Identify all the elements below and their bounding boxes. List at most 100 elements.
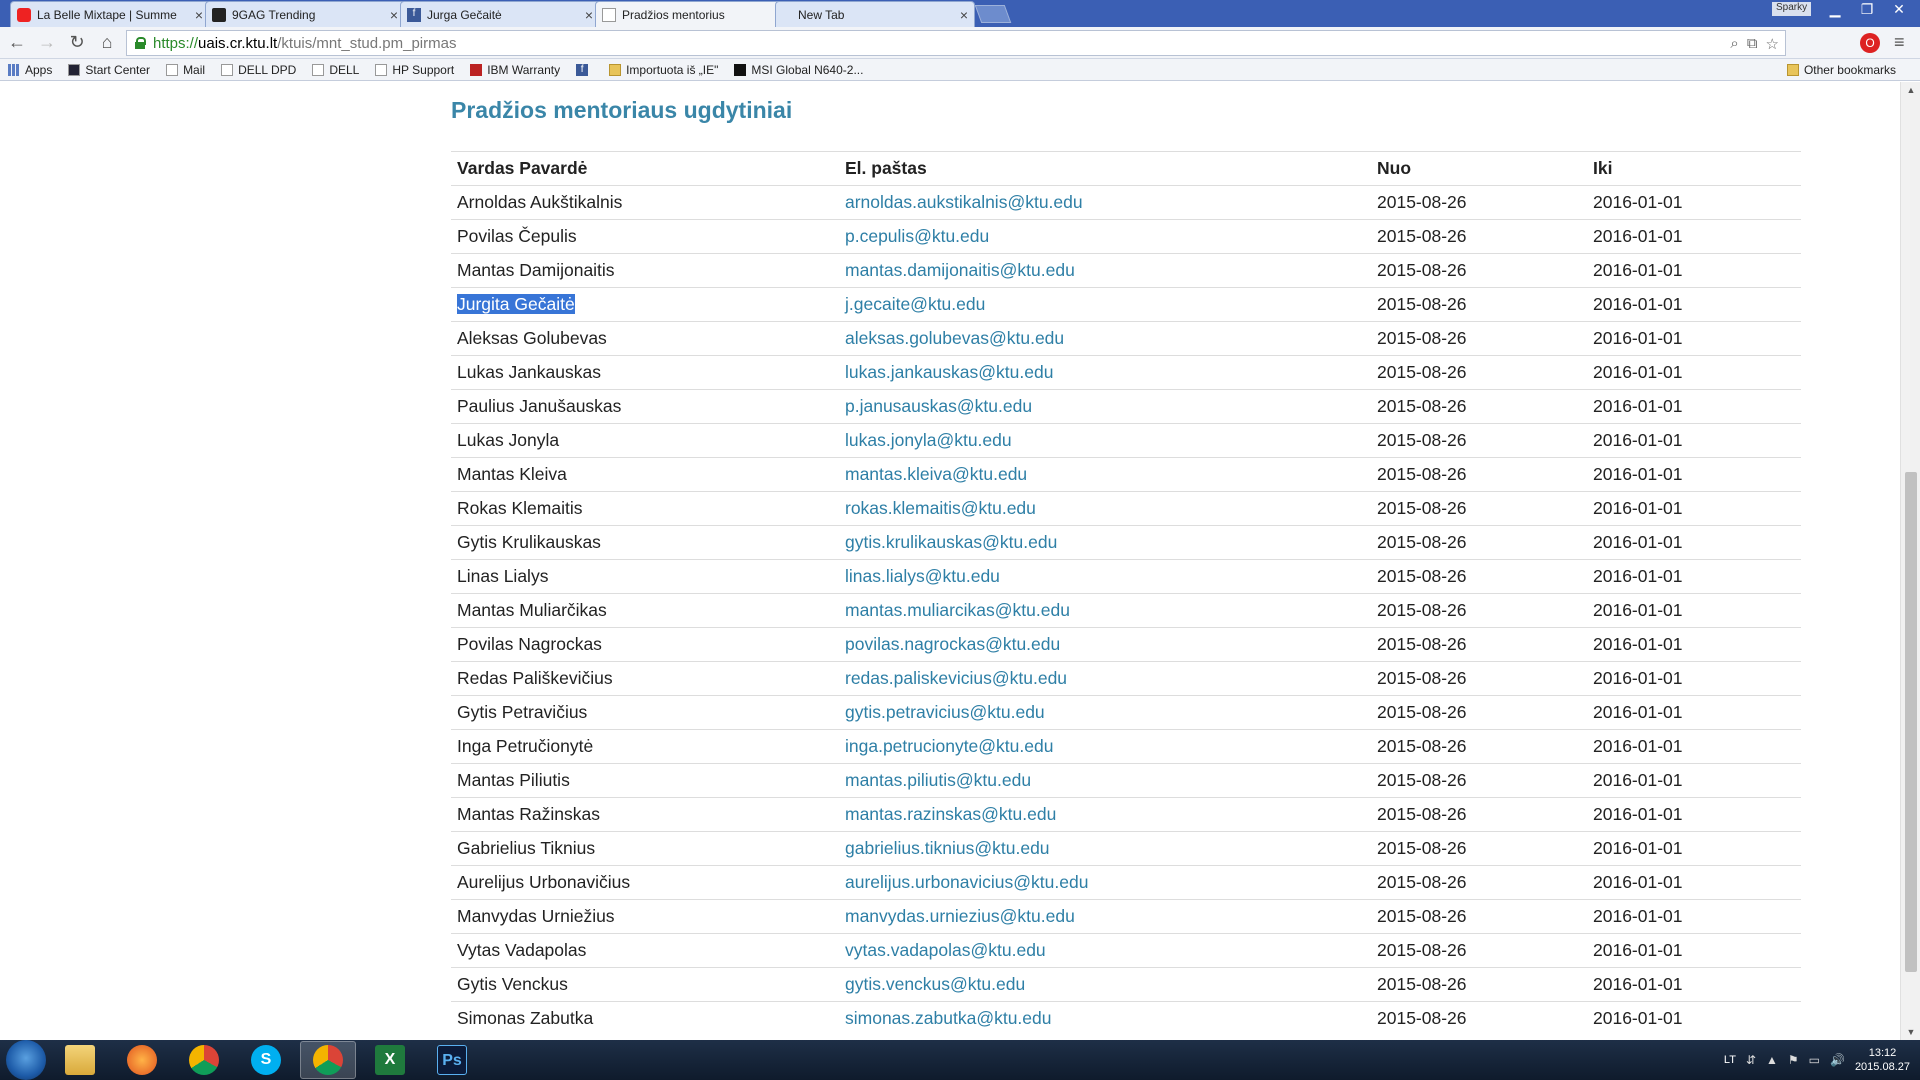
email-link[interactable]: mantas.razinskas@ktu.edu — [845, 804, 1056, 824]
bookmark-start-center[interactable]: Start Center — [68, 63, 150, 77]
email-link[interactable]: simonas.zabutka@ktu.edu — [845, 1008, 1052, 1028]
email-link[interactable]: arnoldas.aukstikalnis@ktu.edu — [845, 192, 1083, 212]
firefox-icon — [127, 1045, 157, 1075]
bookmark-ibm-warranty[interactable]: IBM Warranty — [470, 63, 560, 77]
email-link[interactable]: aurelijus.urbonavicius@ktu.edu — [845, 872, 1088, 892]
cell-to-date: 2016-01-01 — [1587, 865, 1801, 900]
network-activity-icon[interactable]: ⇵ — [1746, 1053, 1756, 1067]
tab-9gag[interactable]: 9GAG Trending × — [205, 1, 405, 27]
bookmark-facebook[interactable]: f — [576, 63, 593, 76]
email-link[interactable]: aleksas.golubevas@ktu.edu — [845, 328, 1064, 348]
cell-name: Lukas Jonyla — [451, 423, 839, 458]
translate-icon[interactable]: ⧉ — [1747, 35, 1758, 53]
cell-to-date: 2016-01-01 — [1587, 627, 1801, 662]
table-row: Arnoldas Aukštikalnis arnoldas.aukstikaln… — [451, 185, 1801, 220]
scroll-down-icon[interactable]: ▼ — [1901, 1024, 1920, 1040]
star-icon[interactable]: ☆ — [1766, 35, 1779, 53]
bookmark-mail[interactable]: Mail — [166, 63, 205, 77]
minimize-icon[interactable]: ▁ — [1822, 0, 1848, 18]
other-bookmarks[interactable]: Other bookmarks — [1786, 63, 1896, 77]
email-link[interactable]: inga.petrucionyte@ktu.edu — [845, 736, 1053, 756]
email-link[interactable]: mantas.piliutis@ktu.edu — [845, 770, 1031, 790]
volume-icon[interactable]: 🔊 — [1830, 1053, 1845, 1067]
email-link[interactable]: gabrielius.tiknius@ktu.edu — [845, 838, 1050, 858]
bookmark-dell[interactable]: DELL — [312, 63, 359, 77]
student-name: Arnoldas Aukštikalnis — [457, 192, 623, 212]
zoom-icon[interactable]: ⌕ — [1730, 35, 1738, 53]
close-icon[interactable]: × — [390, 7, 398, 23]
email-link[interactable]: mantas.muliarcikas@ktu.edu — [845, 600, 1070, 620]
close-icon[interactable]: × — [195, 7, 203, 23]
email-link[interactable]: mantas.damijonaitis@ktu.edu — [845, 260, 1075, 280]
tab-new[interactable]: New Tab × — [775, 1, 975, 27]
taskbar-chrome-active[interactable] — [300, 1041, 356, 1079]
taskbar-firefox[interactable] — [114, 1041, 170, 1079]
email-link[interactable]: gytis.venckus@ktu.edu — [845, 974, 1025, 994]
reload-icon[interactable]: ↻ — [64, 30, 90, 56]
email-link[interactable]: povilas.nagrockas@ktu.edu — [845, 634, 1060, 654]
close-icon[interactable]: × — [585, 7, 593, 23]
tab-youtube[interactable]: La Belle Mixtape | Summe × — [10, 1, 210, 27]
close-icon[interactable]: × — [960, 7, 968, 23]
cell-email: mantas.razinskas@ktu.edu — [839, 797, 1371, 832]
back-icon[interactable]: ← — [4, 30, 30, 56]
monitor-icon[interactable]: ▭ — [1809, 1053, 1820, 1067]
forward-icon[interactable]: → — [34, 30, 60, 56]
scroll-thumb[interactable] — [1905, 472, 1917, 972]
table-row: Mantas Piliutis mantas.piliutis@ktu.edu 20… — [451, 763, 1801, 798]
close-window-icon[interactable]: ✕ — [1886, 0, 1912, 18]
page-scrollbar[interactable]: ▲ ▼ — [1900, 82, 1920, 1040]
email-link[interactable]: gytis.krulikauskas@ktu.edu — [845, 532, 1057, 552]
email-link[interactable]: gytis.petravicius@ktu.edu — [845, 702, 1045, 722]
clock[interactable]: 13:12 2015.08.27 — [1855, 1046, 1910, 1074]
bookmark-hp-support[interactable]: HP Support — [375, 63, 454, 77]
email-link[interactable]: p.janusauskas@ktu.edu — [845, 396, 1032, 416]
cell-email: mantas.piliutis@ktu.edu — [839, 763, 1371, 798]
email-link[interactable]: vytas.vadapolas@ktu.edu — [845, 940, 1046, 960]
taskbar-photoshop[interactable]: Ps — [424, 1041, 480, 1079]
restore-icon[interactable]: ❐ — [1854, 0, 1880, 18]
email-link[interactable]: manvydas.urniezius@ktu.edu — [845, 906, 1075, 926]
flag-icon[interactable]: ⚑ — [1788, 1053, 1799, 1067]
email-link[interactable]: lukas.jankauskas@ktu.edu — [845, 362, 1053, 382]
new-tab-button[interactable] — [974, 5, 1012, 23]
bookmark-folder-ie[interactable]: Importuota iš „IE" — [609, 63, 718, 77]
home-icon[interactable]: ⌂ — [94, 30, 120, 56]
bookmark-dell-dpd[interactable]: DELL DPD — [221, 63, 296, 77]
email-link[interactable]: p.cepulis@ktu.edu — [845, 226, 989, 246]
email-link[interactable]: linas.lialys@ktu.edu — [845, 566, 1000, 586]
language-indicator[interactable]: LT — [1724, 1054, 1736, 1066]
email-link[interactable]: j.gecaite@ktu.edu — [845, 294, 985, 314]
menu-icon[interactable]: ≡ — [1894, 32, 1905, 53]
facebook-icon: f — [407, 7, 421, 22]
start-button[interactable] — [6, 1040, 46, 1080]
email-link[interactable]: mantas.kleiva@ktu.edu — [845, 464, 1027, 484]
bookmark-apps[interactable]: Apps — [8, 63, 52, 77]
email-link[interactable]: lukas.jonyla@ktu.edu — [845, 430, 1012, 450]
table-row: Rokas Klemaitis rokas.klemaitis@ktu.edu 20… — [451, 491, 1801, 526]
bookmark-label: HP Support — [392, 62, 455, 77]
email-link[interactable]: rokas.klemaitis@ktu.edu — [845, 498, 1036, 518]
scroll-up-icon[interactable]: ▲ — [1901, 82, 1920, 98]
cell-name: Redas Pališkevičius — [451, 661, 839, 696]
email-link[interactable]: redas.paliskevicius@ktu.edu — [845, 668, 1067, 688]
cell-from-date: 2015-08-26 — [1371, 525, 1587, 560]
taskbar-chrome[interactable] — [176, 1041, 232, 1079]
bookmark-msi[interactable]: MSI Global N640-2... — [734, 63, 863, 77]
show-hidden-icons[interactable]: ▲ — [1766, 1053, 1778, 1067]
cell-name: Povilas Čepulis — [451, 219, 839, 254]
tab-facebook[interactable]: f Jurga Gečaitė × — [400, 1, 600, 27]
cell-from-date: 2015-08-26 — [1371, 865, 1587, 900]
profile-name[interactable]: Sparky — [1772, 2, 1812, 16]
cell-from-date: 2015-08-26 — [1371, 321, 1587, 356]
extension-icon[interactable]: O — [1860, 33, 1880, 53]
address-bar[interactable]: https:// uais.cr.ktu.lt /ktuis/mnt_stud.… — [126, 30, 1786, 56]
cell-from-date: 2015-08-26 — [1371, 1001, 1587, 1036]
cell-email: mantas.muliarcikas@ktu.edu — [839, 593, 1371, 628]
taskbar-excel[interactable]: X — [362, 1041, 418, 1079]
tab-mentor[interactable]: Pradžios mentorius × — [595, 1, 795, 27]
student-name: Simonas Zabutka — [457, 1008, 594, 1029]
student-name: Lukas Jonyla — [457, 430, 560, 450]
taskbar-skype[interactable]: S — [238, 1041, 294, 1079]
taskbar-explorer[interactable] — [52, 1041, 108, 1079]
